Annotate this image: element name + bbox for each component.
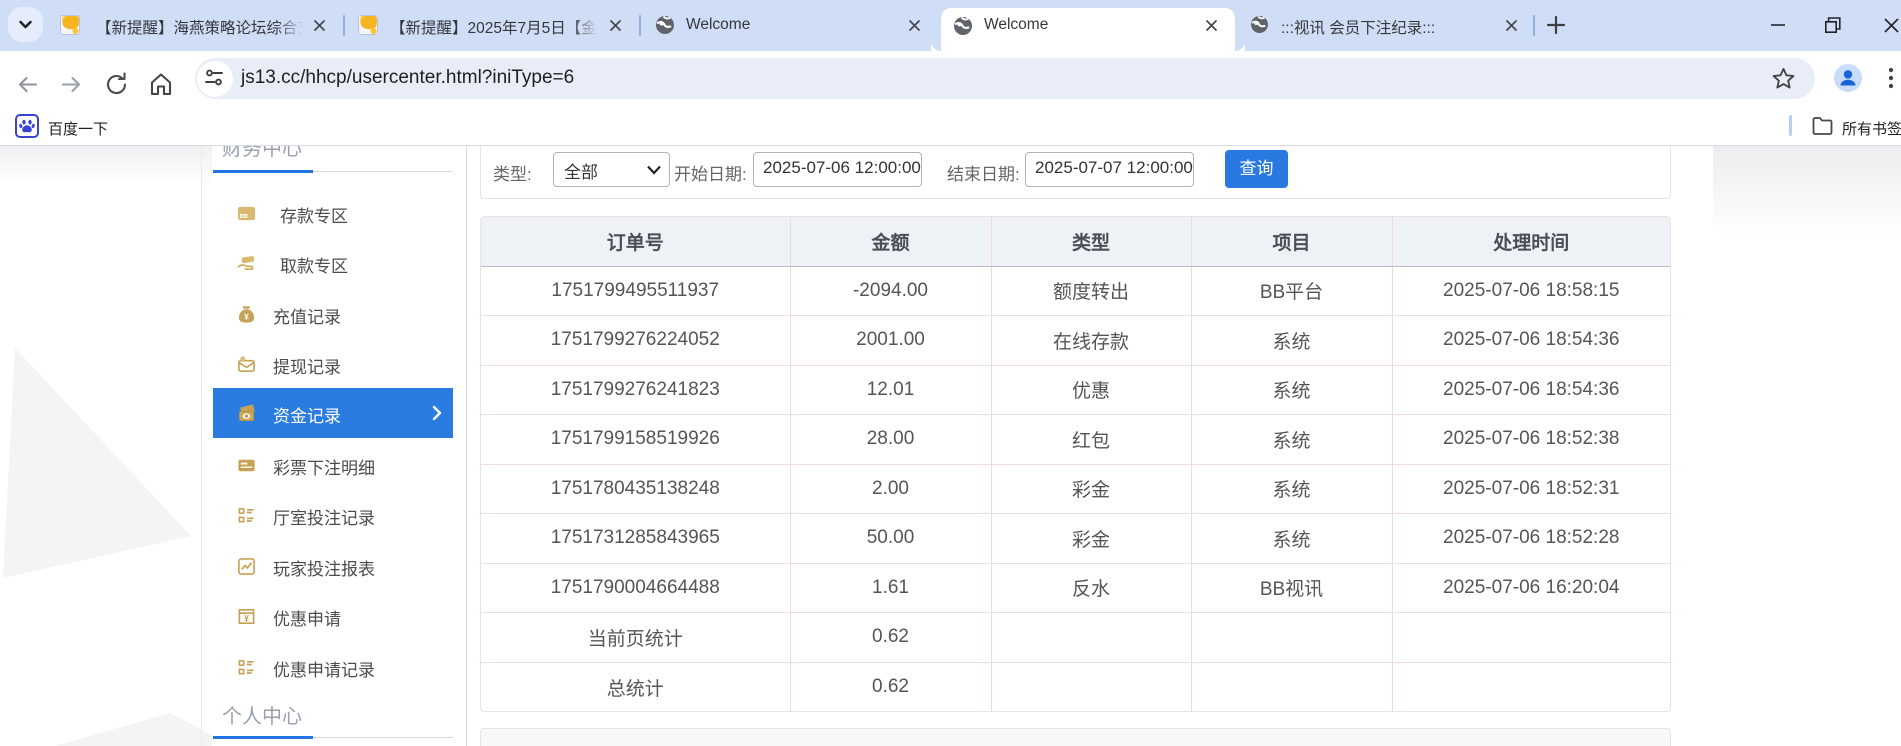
svg-text:¥: ¥ bbox=[244, 613, 249, 623]
svg-text:¥: ¥ bbox=[244, 311, 249, 321]
